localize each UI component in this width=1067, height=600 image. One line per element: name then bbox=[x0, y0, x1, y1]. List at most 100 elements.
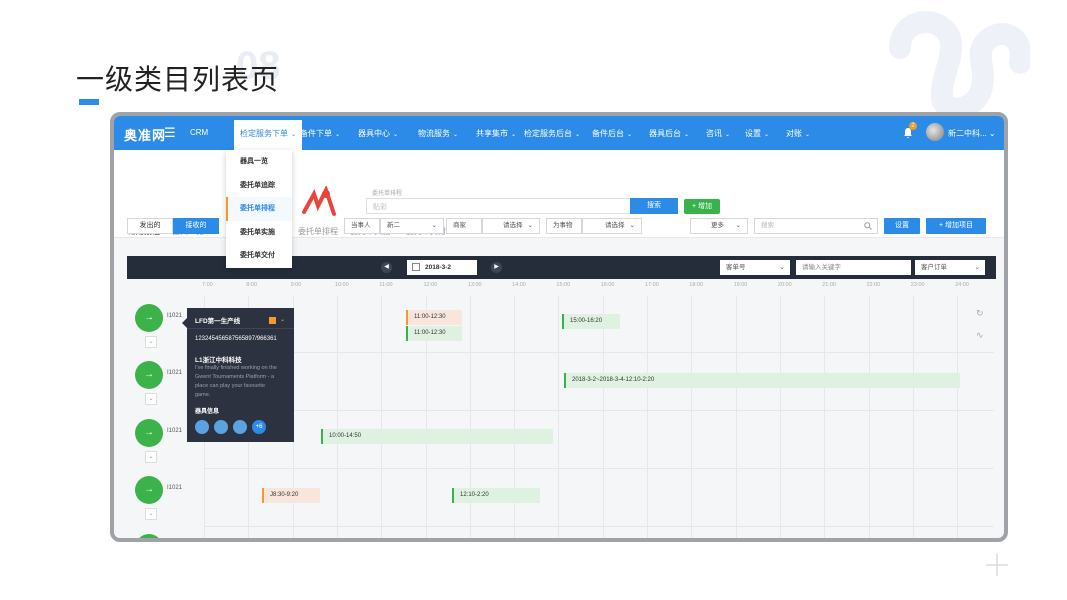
user-name[interactable]: 新二中科... ⌄ bbox=[948, 128, 996, 139]
toggle-sent[interactable]: 发出的 bbox=[127, 218, 173, 234]
chevron-down-icon: ⌄ bbox=[453, 132, 459, 138]
row-arrow-icon[interactable]: → bbox=[135, 304, 163, 332]
main-search-input[interactable]: 贴彩 bbox=[366, 198, 631, 214]
nav-item-8[interactable]: 器具后台 ⌄ bbox=[649, 128, 689, 139]
nav-item-label: 器具中心 bbox=[358, 129, 390, 138]
order-number-label: 客单号 bbox=[726, 264, 746, 271]
schedule-bar[interactable]: 10:00-14:50 bbox=[321, 429, 553, 444]
row-code: I1021 bbox=[167, 370, 183, 376]
hour-label: 8:00 bbox=[246, 282, 258, 288]
chevron-down-icon: ⌄ bbox=[629, 222, 635, 229]
filter-search-input[interactable]: 搜索 bbox=[754, 218, 878, 234]
keyword-input[interactable]: 请输入关键字 bbox=[796, 260, 911, 275]
nav-item-9[interactable]: 咨讯 ⌄ bbox=[706, 128, 730, 139]
filter-party-label: 当事人 bbox=[344, 218, 380, 234]
user-avatar[interactable] bbox=[926, 123, 944, 141]
refresh-icon[interactable]: ↻ bbox=[976, 308, 984, 319]
device-avatar[interactable] bbox=[214, 420, 228, 434]
grid-vline bbox=[469, 296, 471, 538]
popup-code: 123245456587565897/966361 bbox=[195, 336, 277, 342]
dropdown-item-1[interactable]: 委托单追踪 bbox=[226, 174, 292, 198]
hour-label: 18:00 bbox=[689, 282, 704, 288]
nav-item-11[interactable]: 对账 ⌄ bbox=[786, 128, 810, 139]
filter-merchant-select[interactable]: 请选择 ⌄ bbox=[482, 218, 540, 234]
chevron-down-icon: ⌄ bbox=[511, 132, 517, 138]
production-line-popup: LFD第一生产线 ⌄ 123245456587565897/966361 L1浙… bbox=[182, 308, 294, 442]
hour-label: 23:00 bbox=[910, 282, 925, 288]
brand-logo[interactable]: 奥准网 bbox=[124, 125, 166, 144]
customer-order-select[interactable]: 客户订单 ⌄ bbox=[915, 260, 985, 275]
row-expand-button[interactable]: ⌄ bbox=[145, 451, 157, 463]
grid-vline bbox=[779, 296, 781, 538]
device-avatar[interactable] bbox=[195, 420, 209, 434]
search-caption: 委托单排程 bbox=[372, 191, 403, 197]
dropdown-item-2[interactable]: 委托单排程 bbox=[226, 197, 292, 221]
schedule-bar[interactable]: 15:00-16:20 bbox=[562, 314, 620, 329]
nav-item-4[interactable]: 物流服务 ⌄ bbox=[418, 128, 458, 139]
nav-item-2[interactable]: 备件下单 ⌄ bbox=[300, 128, 340, 139]
notification-badge: 2 bbox=[909, 122, 917, 130]
schedule-bar[interactable]: 11:00-12:30 bbox=[406, 310, 462, 325]
row-arrow-icon[interactable]: → bbox=[135, 361, 163, 389]
schedule-bar[interactable]: 11:00-12:30 bbox=[406, 326, 462, 341]
grid-vline bbox=[381, 296, 383, 538]
row-arrow-icon[interactable]: → bbox=[135, 419, 163, 447]
chevron-down-icon[interactable]: ⌄ bbox=[280, 316, 285, 323]
nav-item-10[interactable]: 设置 ⌄ bbox=[745, 128, 769, 139]
prev-day-button[interactable]: ◀ bbox=[381, 262, 392, 273]
popup-description: I've finally finished working on the Gwe… bbox=[195, 365, 277, 398]
more-devices-badge[interactable]: +6 bbox=[252, 420, 266, 434]
toggle-received[interactable]: 接收的 bbox=[173, 218, 219, 234]
grid-hline bbox=[204, 410, 994, 411]
grid-vline bbox=[514, 296, 516, 538]
schedule-bar[interactable]: J8:30-9:20 bbox=[262, 488, 320, 503]
hour-label: 22:00 bbox=[866, 282, 881, 288]
hour-label: 24:00 bbox=[955, 282, 969, 288]
schedule-bar[interactable]: 2018-3-2~2018-3-4-12:10-2:20 bbox=[564, 373, 960, 388]
nav-item-6[interactable]: 检定服务后台 ⌄ bbox=[524, 128, 580, 139]
hour-label: 20:00 bbox=[777, 282, 792, 288]
row-arrow-icon[interactable]: → bbox=[135, 476, 163, 504]
user-name-label: 新二中科... bbox=[948, 129, 987, 138]
hour-label: 13:00 bbox=[467, 282, 482, 288]
add-button[interactable]: + 增加 bbox=[684, 199, 720, 214]
hour-label: 17:00 bbox=[645, 282, 659, 288]
settings-button[interactable]: 设置 bbox=[884, 218, 920, 234]
menu-icon[interactable]: ☰ bbox=[164, 125, 176, 141]
next-day-button[interactable]: ▶ bbox=[491, 262, 502, 273]
nav-item-1[interactable]: 检定服务下单 ⌄ bbox=[234, 120, 303, 150]
chevron-down-icon: ⌄ bbox=[627, 132, 633, 138]
order-number-select[interactable]: 客单号 ⌄ bbox=[720, 260, 790, 275]
nav-item-5[interactable]: 共享集市 ⌄ bbox=[476, 128, 516, 139]
dropdown-item-4[interactable]: 委托单交付 bbox=[226, 244, 292, 268]
row-expand-button[interactable]: ⌄ bbox=[145, 508, 157, 520]
decorative-plus-icon bbox=[986, 554, 1008, 576]
chevron-down-icon: ⌄ bbox=[779, 264, 785, 271]
filter-party-select[interactable]: 新二 ⌄ bbox=[380, 218, 444, 234]
hour-label: 7:00 bbox=[202, 282, 213, 288]
add-item-button[interactable]: + 增加项目 bbox=[926, 218, 986, 234]
pulse-icon[interactable]: ∿ bbox=[976, 330, 984, 341]
grid-hline bbox=[204, 468, 994, 469]
chevron-down-icon: ⌄ bbox=[684, 132, 690, 138]
tab-2[interactable]: 委托单排程 bbox=[298, 226, 338, 237]
row-expand-button[interactable]: ⌄ bbox=[145, 393, 157, 405]
dropdown-item-3[interactable]: 委托单实施 bbox=[226, 221, 292, 245]
hour-label: 12:00 bbox=[423, 282, 438, 288]
hour-label: 21:00 bbox=[822, 282, 836, 288]
device-avatar[interactable] bbox=[233, 420, 247, 434]
row-code: I1021 bbox=[167, 485, 183, 491]
row-expand-button[interactable]: ⌄ bbox=[145, 336, 157, 348]
calendar-icon bbox=[412, 263, 420, 271]
nav-item-3[interactable]: 器具中心 ⌄ bbox=[358, 128, 398, 139]
nav-item-0[interactable]: CRM bbox=[190, 128, 208, 137]
dropdown-item-0[interactable]: 器具一览 bbox=[226, 150, 292, 174]
grid-vline bbox=[912, 296, 914, 538]
more-select[interactable]: 更多 ⌄ bbox=[690, 218, 748, 234]
row-arrow-icon[interactable] bbox=[135, 534, 163, 538]
nav-item-7[interactable]: 备件后台 ⌄ bbox=[592, 128, 632, 139]
search-button[interactable]: 搜索 bbox=[630, 198, 678, 214]
filter-object-select[interactable]: 请选择 ⌄ bbox=[582, 218, 642, 234]
schedule-bar[interactable]: 12:10-2:20 bbox=[452, 488, 540, 503]
grid-vline bbox=[868, 296, 870, 538]
